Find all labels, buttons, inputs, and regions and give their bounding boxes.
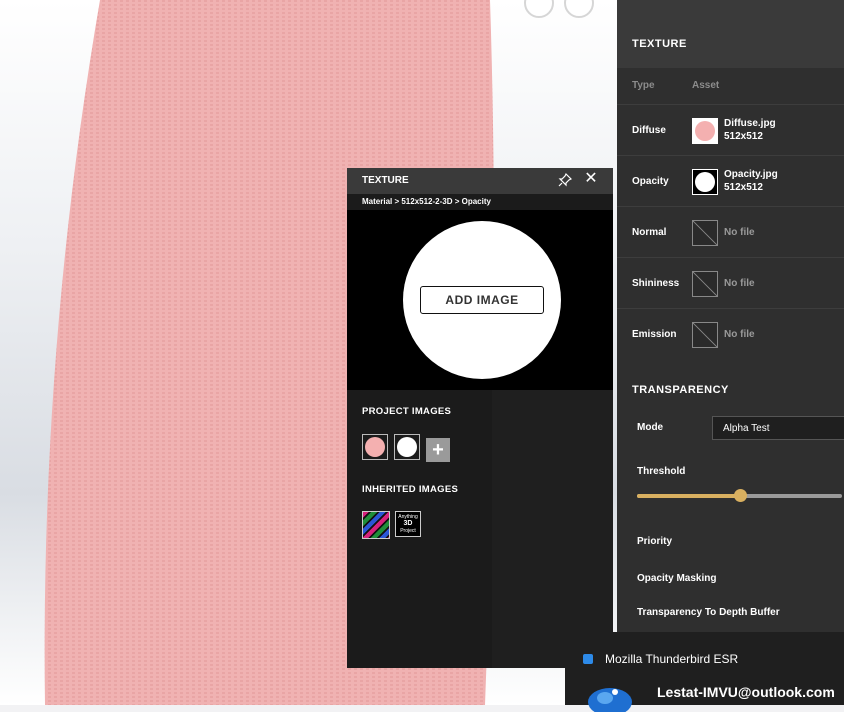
no-file-text: No file [724,329,755,340]
threshold-slider-fill [637,494,740,498]
mode-label: Mode [637,422,664,433]
threshold-label: Threshold [637,466,686,477]
texture-popup: TEXTURE ✕ Material > 512x512-2-3D > Opac… [347,168,613,668]
texture-row-shininess[interactable]: Shininess No file [617,257,844,308]
empty-slot-icon[interactable] [692,271,718,297]
project-image-thumb[interactable] [394,434,420,460]
no-file-text: No file [724,227,755,238]
no-file-text: No file [724,278,755,289]
texture-row-emission[interactable]: Emission No file [617,308,844,359]
column-type: Type [632,80,655,91]
opacity-file: Opacity.jpg 512x512 [724,168,778,194]
opacity-masking-label: Opacity Masking [637,573,717,584]
popup-title: TEXTURE [362,175,409,186]
row-label: Emission [632,329,677,340]
threshold-slider-handle[interactable] [733,489,747,502]
notification-app-name: Mozilla Thunderbird ESR [605,652,739,666]
add-image-button[interactable]: ADD IMAGE [420,286,544,314]
diffuse-thumbnail[interactable] [692,118,718,144]
file-size: 512x512 [724,182,763,193]
opacity-thumbnail[interactable] [692,169,718,195]
project-images-title: PROJECT IMAGES [362,406,452,417]
thunderbird-small-icon [583,654,593,664]
opacity-swatch [695,172,715,192]
diffuse-file: Diffuse.jpg 512x512 [724,117,776,143]
threshold-slider[interactable] [637,489,842,502]
priority-label: Priority [637,536,673,547]
row-label: Normal [632,227,667,238]
depth-buffer-label: Transparency To Depth Buffer [637,607,780,618]
texture-preview: ADD IMAGE [347,210,613,390]
panel-top-strip [617,0,844,18]
pin-icon[interactable] [558,173,572,187]
file-name: Opacity.jpg [724,169,778,180]
thunderbird-icon [588,688,632,712]
add-project-image-button[interactable]: + [426,438,450,462]
texture-row-normal[interactable]: Normal No file [617,206,844,257]
empty-slot-icon[interactable] [692,322,718,348]
close-icon[interactable]: ✕ [584,171,598,187]
image-swatch [365,437,385,457]
transparency-section-title: TRANSPARENCY [632,384,729,396]
project-image-thumb[interactable] [362,434,388,460]
opacity-preview-image: ADD IMAGE [403,221,561,379]
breadcrumb: Material > 512x512-2-3D > Opacity [362,197,491,206]
thumb-line3: Project [400,528,416,534]
texture-section-title: TEXTURE [632,38,687,50]
notification-account: Lestat-IMVU@outlook.com [657,684,835,700]
popup-background [492,390,613,668]
column-asset: Asset [692,80,720,91]
mode-select[interactable]: Alpha Test [712,416,844,440]
texture-row-opacity[interactable]: Opacity Opacity.jpg 512x512 [617,155,844,206]
file-size: 512x512 [724,131,763,142]
thunderbird-notification[interactable]: Mozilla Thunderbird ESR Lestat-IMVU@outl… [565,632,844,712]
texture-row-diffuse[interactable]: Diffuse Diffuse.jpg 512x512 [617,104,844,155]
empty-slot-icon[interactable] [692,220,718,246]
texture-section-header: TEXTURE [617,18,844,68]
row-label: Opacity [632,176,669,187]
inherited-images-title: INHERITED IMAGES [362,484,459,495]
row-label: Diffuse [632,125,666,136]
diffuse-swatch [695,121,715,141]
popup-header: TEXTURE ✕ [347,168,613,194]
thumb-line2: 3D [403,520,413,527]
inherited-image-thumb[interactable] [362,511,390,539]
row-label: Shininess [632,278,680,289]
file-name: Diffuse.jpg [724,118,776,129]
anything-3d-project-thumb[interactable]: Anything 3D Project [395,511,421,537]
material-properties-panel: TEXTURE Type Asset Diffuse Diffuse.jpg 5… [617,0,844,705]
image-swatch [397,437,417,457]
